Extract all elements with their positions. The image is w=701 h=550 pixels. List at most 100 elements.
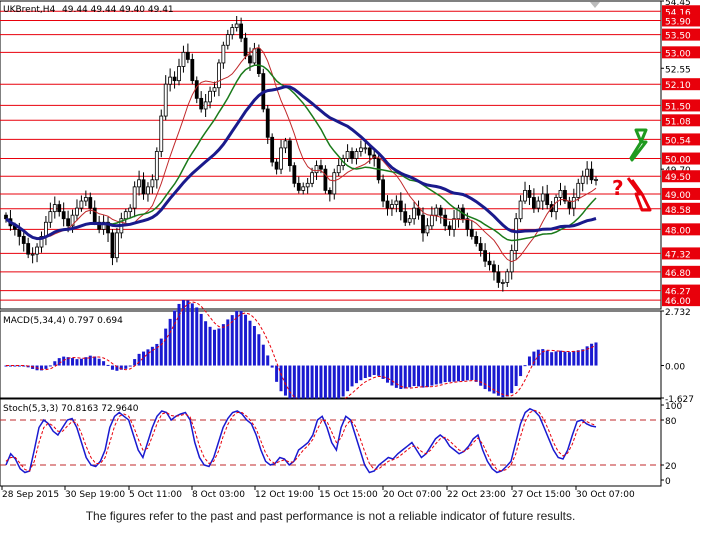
candle-body: [358, 147, 363, 152]
macd-bar: [341, 365, 345, 397]
candle-body: [146, 186, 150, 195]
macd-bar: [328, 365, 332, 403]
candle-body: [115, 232, 119, 259]
time-label: 8 Oct 03:00: [192, 490, 245, 500]
macd-bar: [443, 365, 447, 383]
candle-body: [314, 165, 319, 174]
macd-bar: [337, 365, 341, 399]
macd-bar: [567, 352, 571, 366]
candle-body: [110, 232, 115, 259]
candle-body: [438, 207, 443, 216]
candle-body: [270, 136, 275, 163]
macd-bar: [137, 353, 141, 366]
candle-body: [292, 165, 297, 184]
candle-body: [434, 207, 439, 216]
macd-bar: [359, 365, 363, 381]
candle-body: [452, 218, 456, 230]
macd-bar: [168, 318, 172, 366]
macd-bar: [221, 324, 225, 366]
macd-bar: [399, 365, 403, 389]
macd-bar: [159, 338, 163, 366]
candle-body: [523, 190, 527, 202]
candle-body: [394, 200, 399, 205]
candle-body: [571, 197, 576, 209]
macd-bar: [257, 334, 261, 366]
macd-bar: [452, 365, 456, 382]
price-tick-label: 46.00: [665, 297, 691, 307]
macd-bar: [550, 352, 554, 366]
macd-bar: [514, 365, 518, 387]
candle-body: [217, 62, 221, 89]
candle-body: [83, 197, 88, 202]
macd-bar: [554, 351, 558, 366]
macd-bar: [217, 328, 221, 366]
candle-body: [429, 214, 434, 227]
candle-body: [234, 23, 239, 28]
macd-bar: [239, 310, 243, 366]
candle-body: [487, 260, 492, 266]
macd-bar: [173, 310, 177, 366]
macd-title: MACD(5,34,4) 0.797 0.694: [3, 316, 123, 326]
question-mark-icon: ?: [612, 176, 624, 200]
candle-body: [256, 48, 261, 74]
candle-body: [92, 207, 97, 223]
candle-body: [585, 168, 590, 177]
price-tick-label: 47.32: [665, 250, 691, 260]
candle-body: [531, 197, 536, 209]
macd-bar: [496, 365, 500, 396]
macd-bar: [48, 365, 52, 367]
candle-body: [319, 165, 323, 170]
time-axis: 28 Sep 2015 30 Sep 19:00 5 Oct 11:00 8 Oct …: [1, 486, 635, 500]
time-label: 28 Sep 2015: [2, 490, 59, 500]
candle-body: [310, 172, 314, 184]
macd-bar: [270, 365, 274, 368]
macd-bar: [252, 326, 256, 366]
macd-bar: [456, 365, 460, 382]
macd-bar: [102, 361, 106, 366]
price-tick-label: 50.00: [665, 156, 691, 166]
candle-body: [137, 179, 141, 188]
candle-body: [447, 225, 452, 230]
time-label: 20 Oct 07:00: [383, 490, 442, 500]
macd-bar: [146, 349, 150, 366]
candle-body: [30, 253, 35, 256]
macd-bar: [377, 365, 381, 376]
candle-body: [288, 140, 292, 167]
candle-body: [243, 37, 248, 57]
candle-body: [483, 250, 487, 262]
macd-bar: [510, 365, 514, 394]
chart-title: UKBrent,H4: [3, 5, 56, 15]
macd-bar: [417, 365, 421, 387]
candle-body: [21, 236, 26, 244]
candle-body: [381, 179, 385, 202]
time-label: 27 Oct 15:00: [512, 490, 571, 500]
macd-bar: [323, 365, 327, 404]
time-label: 12 Oct 19:00: [255, 490, 314, 500]
candle-body: [465, 218, 470, 230]
candle-body: [398, 200, 403, 213]
macd-bar: [483, 365, 487, 390]
candle-body: [26, 243, 31, 255]
stoch-panel: Stoch(5,3,3) 70.8163 72.9640 10080200: [0, 398, 682, 487]
macd-bar: [124, 365, 128, 369]
candle-body: [172, 76, 177, 82]
candle-body: [412, 207, 417, 220]
candle-body: [425, 225, 430, 234]
macd-bar: [354, 365, 358, 384]
macd-bar: [505, 365, 509, 397]
candle-body: [540, 193, 545, 202]
candle-body: [208, 90, 212, 103]
price-tick-label: 53.50: [665, 32, 691, 42]
price-frame: [0, 0, 662, 310]
macd-bar: [439, 365, 443, 384]
time-label: 22 Oct 23:00: [447, 490, 506, 500]
candle-body: [35, 246, 39, 255]
macd-bar: [62, 356, 66, 366]
candle-body: [496, 271, 501, 283]
candle-body: [128, 207, 133, 213]
candle-body: [252, 48, 257, 64]
macd-bar: [421, 365, 425, 388]
candle-body: [17, 228, 22, 237]
candle-body: [168, 76, 173, 85]
macd-bar: [226, 319, 230, 366]
